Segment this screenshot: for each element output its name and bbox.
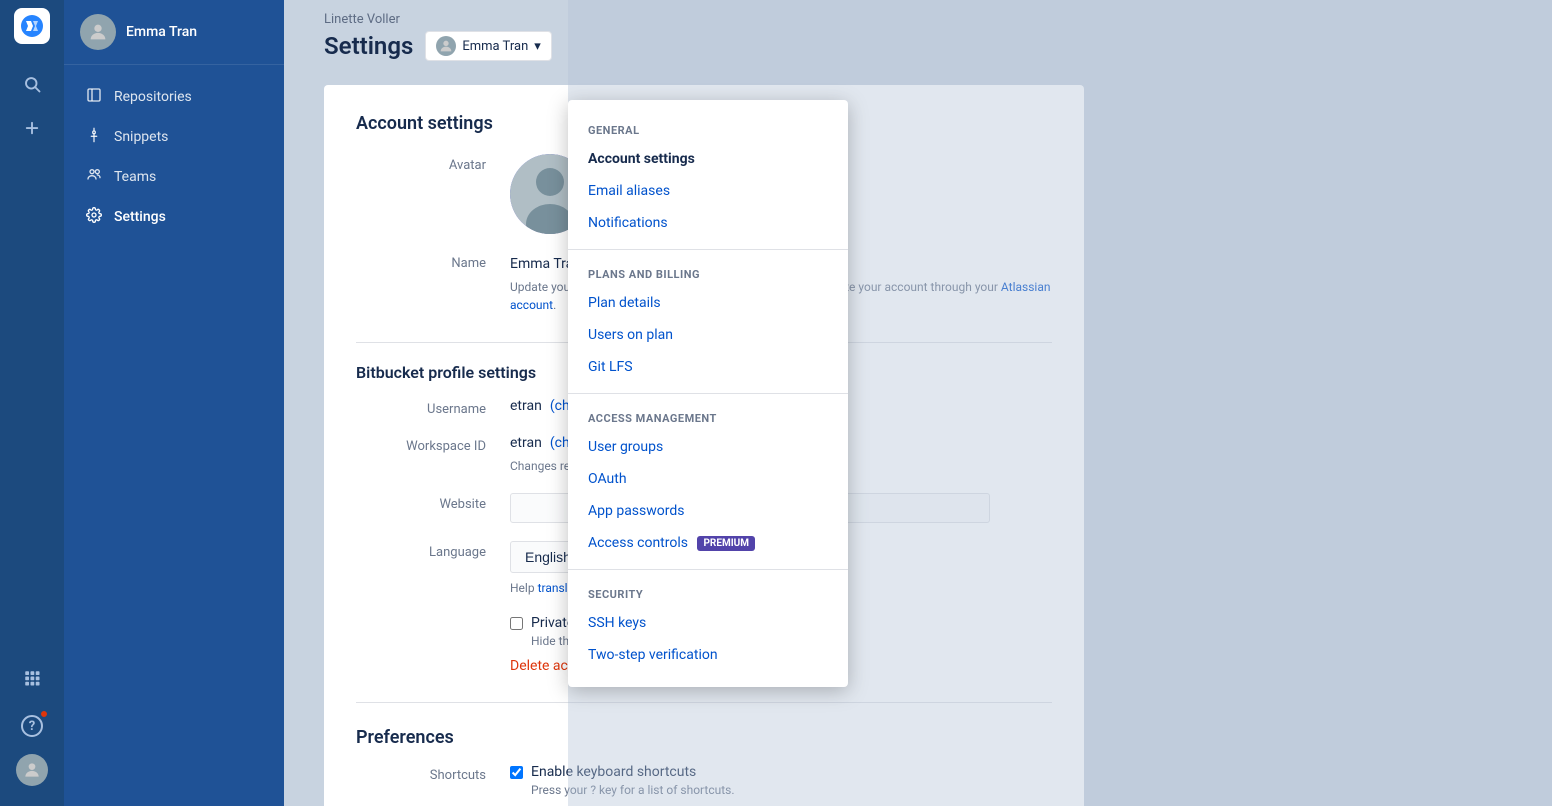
sidebar: Emma Tran Repositories Snippets — [64, 0, 284, 806]
menu-item-plan-details[interactable]: Plan details — [568, 287, 848, 319]
menu-divider-1 — [568, 249, 848, 250]
create-button[interactable] — [12, 108, 52, 148]
settings-label: Settings — [114, 209, 166, 225]
menu-item-app-passwords[interactable]: App passwords — [568, 495, 848, 527]
menu-item-two-step[interactable]: Two-step verification — [568, 639, 848, 671]
private-profile-label-empty — [356, 615, 486, 619]
sidebar-user-avatar — [80, 14, 116, 50]
menu-section-plans: PLANS AND BILLING — [568, 260, 848, 287]
menu-divider-3 — [568, 569, 848, 570]
menu-section-access: ACCESS MANAGEMENT — [568, 404, 848, 431]
repositories-label: Repositories — [114, 89, 192, 105]
premium-badge: PREMIUM — [697, 536, 755, 551]
teams-label: Teams — [114, 169, 156, 185]
page-title: Settings — [324, 32, 413, 60]
menu-item-git-lfs[interactable]: Git LFS — [568, 351, 848, 383]
shortcuts-label: Shortcuts — [356, 764, 486, 783]
snippets-icon — [84, 127, 104, 147]
menu-item-notifications[interactable]: Notifications — [568, 207, 848, 239]
user-avatar-icon[interactable] — [16, 754, 48, 786]
menu-item-user-groups[interactable]: User groups — [568, 431, 848, 463]
menu-item-access-controls[interactable]: Access controls PREMIUM — [568, 527, 848, 559]
sidebar-user-name: Emma Tran — [126, 24, 197, 40]
menu-divider-2 — [568, 393, 848, 394]
teams-icon — [84, 167, 104, 187]
username-label: Username — [356, 398, 486, 417]
private-profile-checkbox[interactable] — [510, 617, 523, 630]
help-button[interactable]: ? — [12, 706, 52, 746]
user-switcher-label: Emma Tran — [462, 39, 528, 54]
menu-item-ssh-keys[interactable]: SSH keys — [568, 607, 848, 639]
sidebar-item-repositories[interactable]: Repositories — [68, 77, 280, 117]
menu-item-users-on-plan[interactable]: Users on plan — [568, 319, 848, 351]
shortcuts-checkbox[interactable] — [510, 766, 523, 779]
user-switcher[interactable]: Emma Tran ▾ — [425, 31, 551, 61]
sidebar-item-teams[interactable]: Teams — [68, 157, 280, 197]
avatar-label: Avatar — [356, 154, 486, 173]
search-button[interactable] — [12, 64, 52, 104]
repositories-icon — [84, 87, 104, 107]
workspace-id-value: etran — [510, 435, 542, 451]
sidebar-item-settings[interactable]: Settings — [68, 197, 280, 237]
menu-item-oauth[interactable]: OAuth — [568, 463, 848, 495]
website-label: Website — [356, 493, 486, 512]
dropdown-menu: GENERAL Account settings Email aliases N… — [568, 100, 848, 687]
name-label: Name — [356, 252, 486, 271]
workspace-id-label: Workspace ID — [356, 435, 486, 454]
user-switcher-chevron: ▾ — [534, 39, 541, 54]
menu-item-account-settings[interactable]: Account settings — [568, 143, 848, 175]
app-logo[interactable] — [14, 8, 50, 44]
snippets-label: Snippets — [114, 129, 168, 145]
menu-item-email-aliases[interactable]: Email aliases — [568, 175, 848, 207]
menu-section-security: SECURITY — [568, 580, 848, 607]
menu-section-general: GENERAL — [568, 116, 848, 143]
username-value: etran — [510, 398, 542, 414]
main-content: Linette Voller Settings Emma Tran ▾ GENE… — [284, 0, 1552, 806]
sidebar-user: Emma Tran — [64, 0, 284, 65]
icon-bar: ? — [0, 0, 64, 806]
apps-button[interactable] — [12, 658, 52, 698]
settings-icon — [84, 207, 104, 227]
language-label: Language — [356, 541, 486, 560]
sidebar-nav: Repositories Snippets — [64, 65, 284, 806]
sidebar-item-snippets[interactable]: Snippets — [68, 117, 280, 157]
